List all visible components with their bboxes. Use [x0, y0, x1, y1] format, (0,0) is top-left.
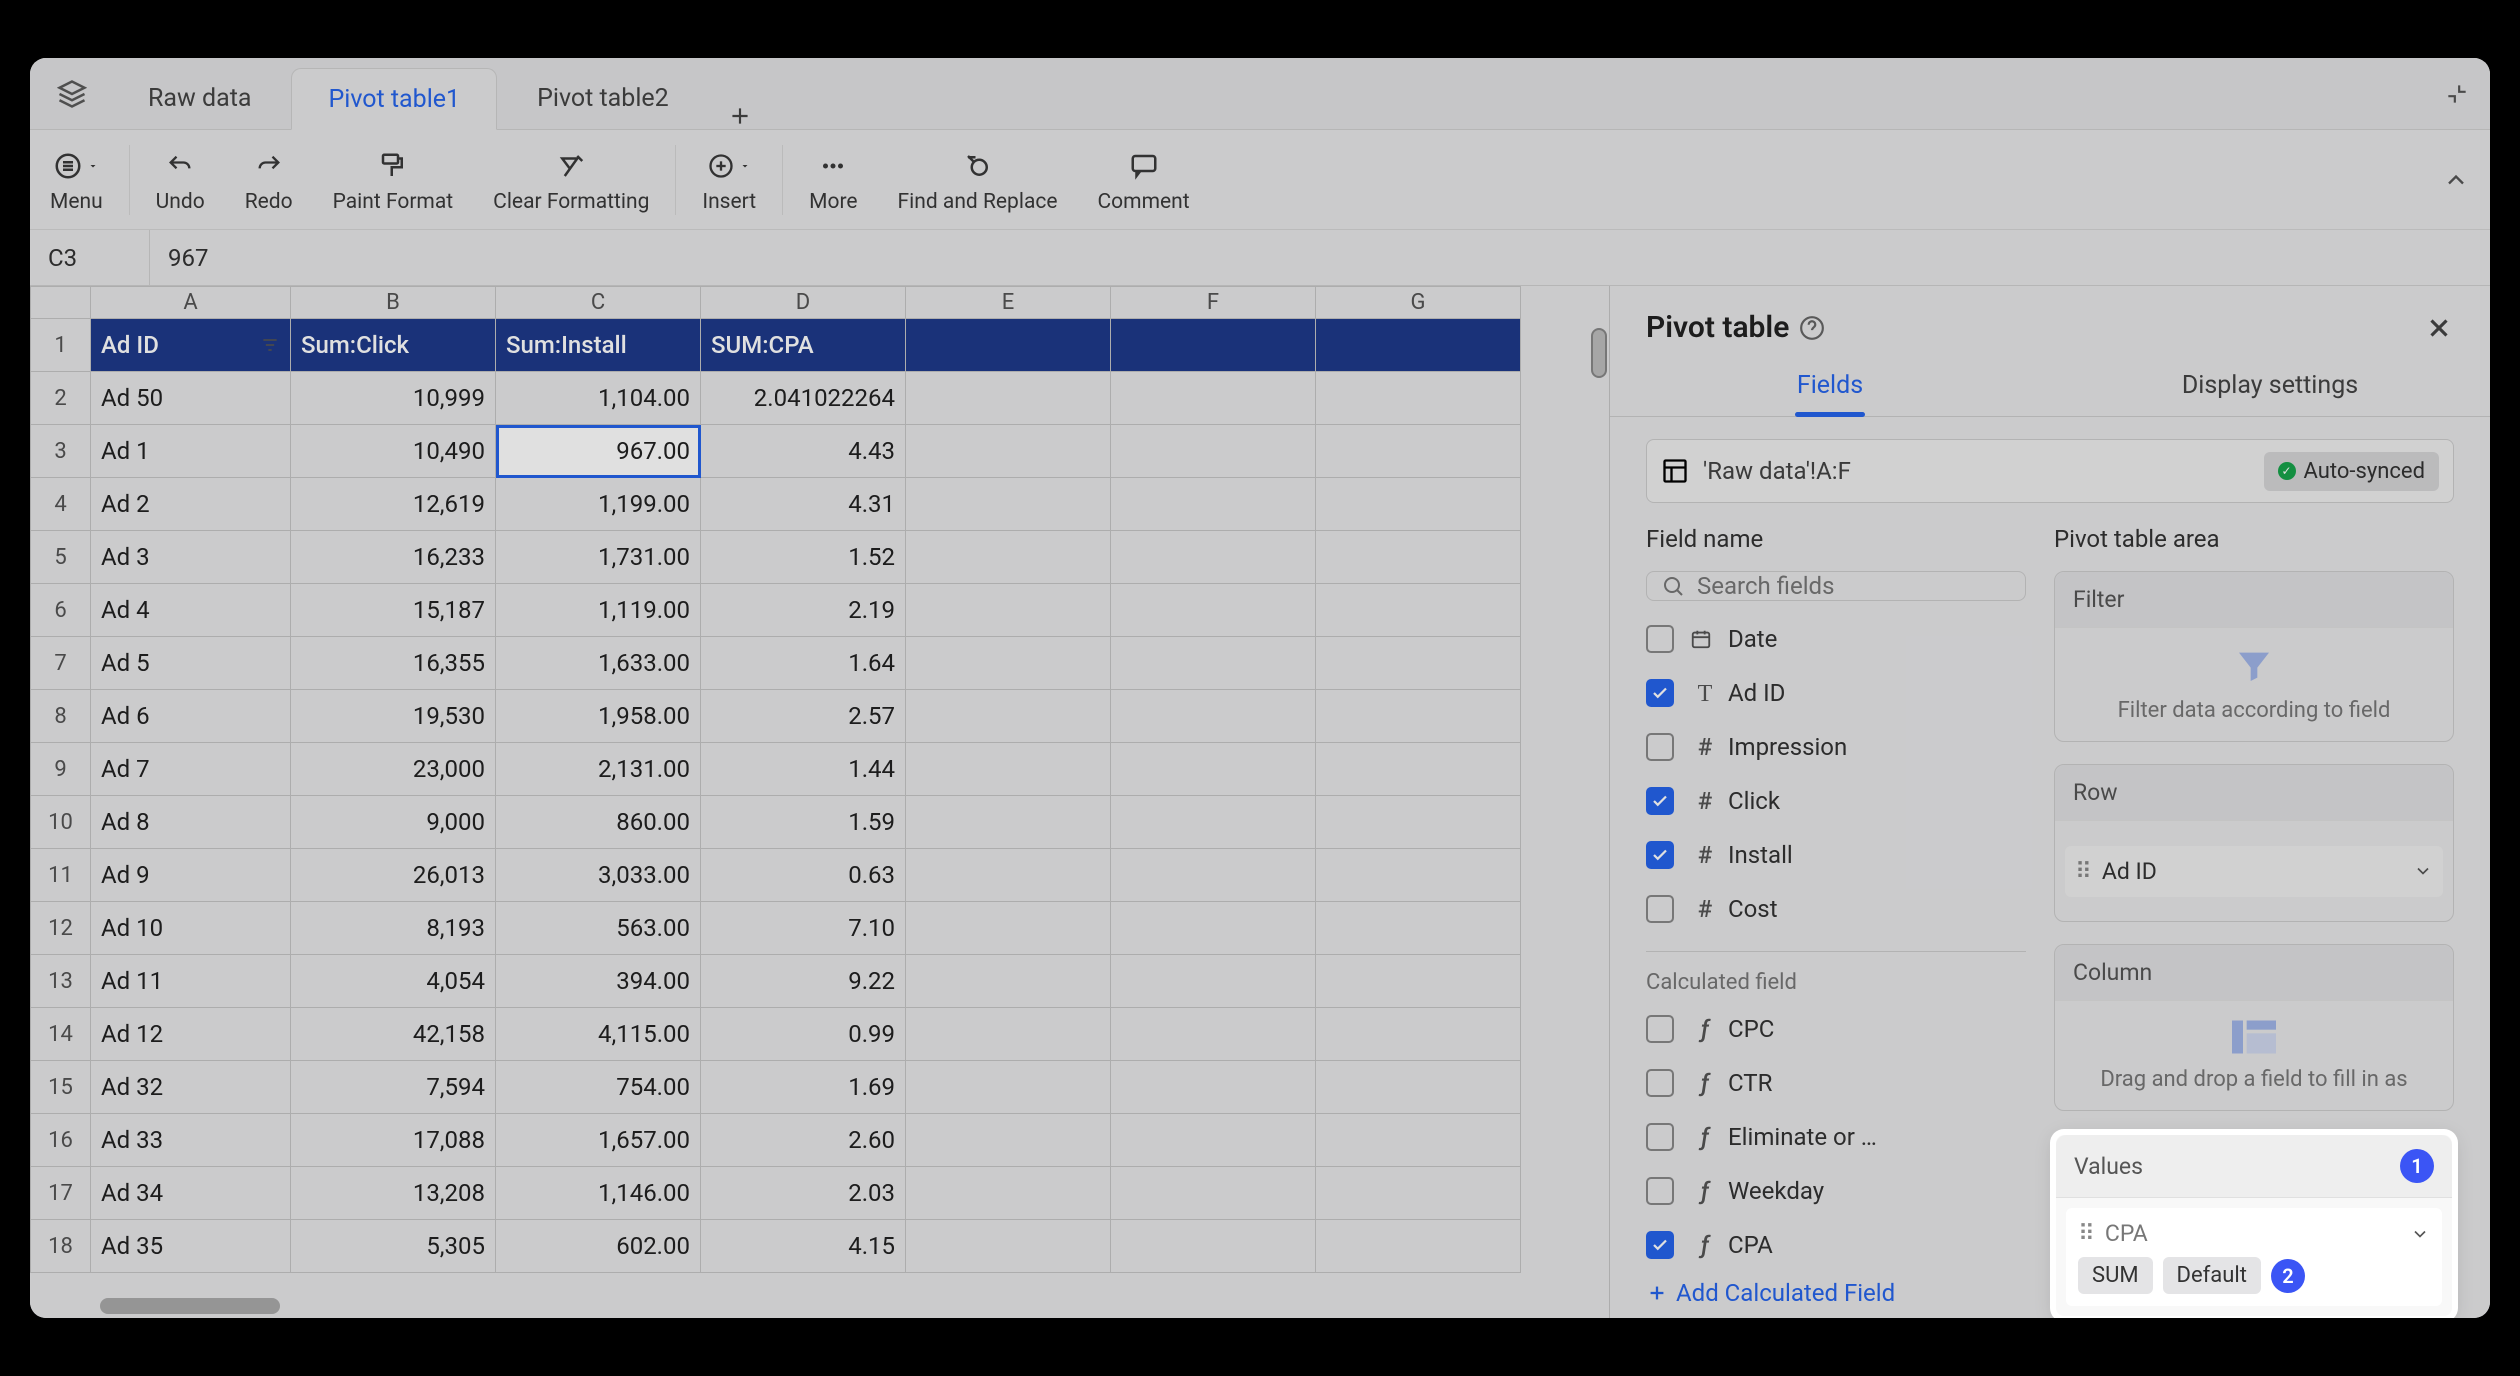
more-button[interactable]: More	[789, 130, 877, 229]
field-row[interactable]: # Cost	[1646, 887, 2026, 931]
field-name: Date	[1728, 625, 1777, 653]
field-name: Click	[1728, 787, 1780, 815]
checkbox[interactable]	[1646, 625, 1674, 653]
field-row[interactable]: ƒ CTR	[1646, 1061, 2026, 1105]
checkbox[interactable]	[1646, 733, 1674, 761]
add-calculated-field-button[interactable]: Add Calculated Field	[1646, 1279, 2026, 1307]
field-row[interactable]: ƒ Eliminate or …	[1646, 1115, 2026, 1159]
field-row[interactable]: # Impression	[1646, 725, 2026, 769]
checkbox[interactable]	[1646, 679, 1674, 707]
annotation-badge-1: 1	[2400, 1149, 2434, 1183]
field-name: CPA	[1728, 1231, 1773, 1259]
checkbox[interactable]	[1646, 895, 1674, 923]
help-icon[interactable]	[1799, 315, 1825, 341]
field-type-icon: #	[1690, 841, 1720, 869]
field-name: CPC	[1728, 1015, 1774, 1043]
tab-raw-data[interactable]: Raw data	[112, 67, 287, 129]
undo-button[interactable]: Undo	[136, 130, 225, 229]
search-icon	[1661, 574, 1685, 598]
value-chip-cpa[interactable]: ⠿ CPA SUM Default 2	[2066, 1208, 2442, 1306]
vertical-scrollbar[interactable]	[1591, 328, 1607, 378]
collapse-toolbar-icon[interactable]	[2442, 166, 2470, 194]
menu-button[interactable]: Menu	[30, 130, 123, 229]
field-type-icon: ƒ	[1690, 1123, 1720, 1151]
field-row[interactable]: T Ad ID	[1646, 671, 2026, 715]
chevron-down-icon[interactable]	[2410, 1224, 2430, 1244]
filter-zone[interactable]: Filter Filter data according to field	[2054, 571, 2454, 742]
horizontal-scrollbar[interactable]	[100, 1298, 280, 1314]
checkbox[interactable]	[1646, 841, 1674, 869]
field-name: Install	[1728, 841, 1793, 869]
field-type-icon: ƒ	[1690, 1069, 1720, 1097]
field-name: Eliminate or …	[1728, 1123, 1877, 1151]
add-tab-button[interactable]	[709, 103, 771, 129]
paint-format-button[interactable]: Paint Format	[313, 130, 474, 229]
area-label: Pivot table area	[2054, 525, 2454, 553]
field-name: Ad ID	[1728, 679, 1785, 707]
tab-pivot-table1[interactable]: Pivot table1	[291, 68, 497, 130]
annotation-badge-2: 2	[2271, 1259, 2305, 1293]
column-icon	[2232, 1019, 2276, 1055]
field-name: CTR	[1728, 1069, 1772, 1097]
row-zone[interactable]: Row ⠿ Ad ID	[2054, 764, 2454, 922]
format-pill[interactable]: Default	[2163, 1257, 2261, 1294]
field-name: Weekday	[1728, 1177, 1824, 1205]
field-row[interactable]: # Install	[1646, 833, 2026, 877]
panel-tab-display[interactable]: Display settings	[2050, 355, 2490, 416]
values-zone[interactable]: Values 1 ⠿ CPA SUM Default	[2054, 1133, 2454, 1318]
layers-icon[interactable]	[42, 79, 102, 109]
field-type-icon: T	[1690, 679, 1720, 708]
drag-icon: ⠿	[2075, 858, 2092, 885]
close-icon[interactable]	[2424, 313, 2454, 343]
checkbox[interactable]	[1646, 1015, 1674, 1043]
comment-button[interactable]: Comment	[1078, 130, 1210, 229]
panel-title: Pivot table	[1646, 310, 1789, 345]
panel-tab-fields[interactable]: Fields	[1610, 355, 2050, 416]
table-icon	[1661, 457, 1689, 485]
row-chip-ad-id[interactable]: ⠿ Ad ID	[2065, 846, 2443, 897]
field-type-icon: ƒ	[1690, 1231, 1720, 1259]
spreadsheet-grid[interactable]: ABCDEFG1Ad IDSum:ClickSum:InstallSUM:CPA…	[30, 286, 1521, 1273]
aggregation-pill[interactable]: SUM	[2078, 1257, 2153, 1294]
field-type-icon: #	[1690, 787, 1720, 815]
funnel-icon	[2234, 646, 2274, 686]
drag-icon: ⠿	[2078, 1220, 2095, 1247]
field-type-icon: ƒ	[1690, 1015, 1720, 1043]
field-type-icon: #	[1690, 733, 1720, 761]
calculated-field-label: Calculated field	[1646, 951, 2026, 995]
checkbox[interactable]	[1646, 1069, 1674, 1097]
field-row[interactable]: ƒ CPA	[1646, 1223, 2026, 1267]
field-name-label: Field name	[1646, 525, 2026, 553]
checkbox[interactable]	[1646, 787, 1674, 815]
minimize-icon[interactable]	[2444, 81, 2470, 107]
chevron-down-icon[interactable]	[2413, 861, 2433, 881]
insert-button[interactable]: Insert	[682, 130, 776, 229]
column-zone[interactable]: Column Drag and drop a field to fill in …	[2054, 944, 2454, 1111]
data-source-range[interactable]: 'Raw data'!A:F ✓Auto-synced	[1646, 439, 2454, 503]
search-fields-input[interactable]: Search fields	[1646, 571, 2026, 601]
field-row[interactable]: ƒ CPC	[1646, 1007, 2026, 1051]
formula-input[interactable]: 967	[150, 230, 2490, 285]
checkbox[interactable]	[1646, 1123, 1674, 1151]
cell-reference[interactable]: C3	[30, 230, 150, 285]
field-type-icon: #	[1690, 895, 1720, 923]
field-type-icon: ƒ	[1690, 1177, 1720, 1205]
checkbox[interactable]	[1646, 1231, 1674, 1259]
tab-pivot-table2[interactable]: Pivot table2	[501, 67, 705, 129]
field-name: Cost	[1728, 895, 1778, 923]
field-row[interactable]: Date	[1646, 617, 2026, 661]
find-replace-button[interactable]: Find and Replace	[878, 130, 1078, 229]
clear-formatting-button[interactable]: Clear Formatting	[473, 130, 669, 229]
autosync-badge: ✓Auto-synced	[2264, 452, 2439, 491]
redo-button[interactable]: Redo	[225, 130, 313, 229]
checkbox[interactable]	[1646, 1177, 1674, 1205]
field-row[interactable]: # Click	[1646, 779, 2026, 823]
field-row[interactable]: ƒ Weekday	[1646, 1169, 2026, 1213]
field-type-icon	[1690, 628, 1720, 650]
field-name: Impression	[1728, 733, 1847, 761]
